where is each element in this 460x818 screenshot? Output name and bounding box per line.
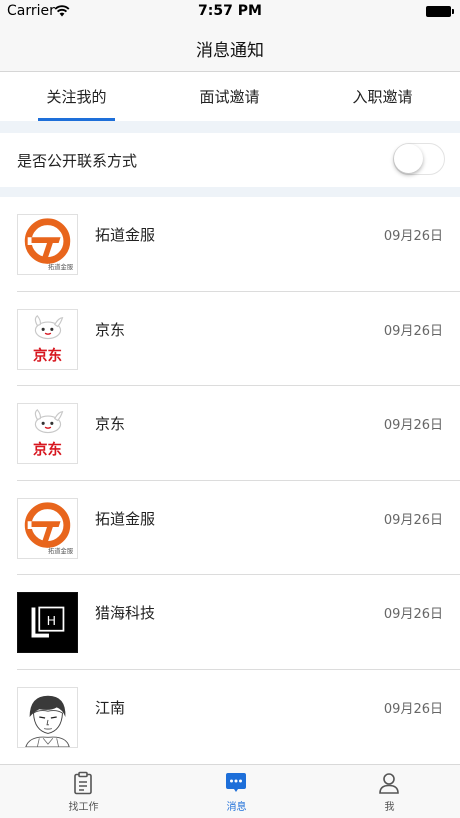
- message-item[interactable]: 江南 09月26日: [0, 669, 460, 764]
- message-date: 09月26日: [383, 701, 443, 717]
- message-item[interactable]: 拓道金服 拓道金服 09月26日: [0, 197, 460, 292]
- tuodao-logo: 拓道金服: [17, 497, 78, 559]
- page-title: 消息通知: [196, 41, 264, 61]
- toggle-knob: [394, 144, 423, 173]
- tabbar-label: 我: [384, 802, 395, 813]
- tabbar-label: 找工作: [68, 802, 99, 813]
- company-name: 猎海科技: [95, 604, 156, 622]
- section-divider: [0, 187, 460, 197]
- message-item[interactable]: 拓道金服 拓道金服 09月26日: [0, 480, 460, 575]
- clock: 7:57 PM: [198, 3, 262, 19]
- chat-bubble-icon: [226, 773, 246, 792]
- message-date: 09月26日: [383, 323, 443, 339]
- jd-logo: 京东: [17, 308, 78, 370]
- tab-label: 面试邀请: [199, 88, 260, 106]
- person-icon: [379, 773, 399, 794]
- logo-text: 京东: [33, 440, 62, 458]
- message-item[interactable]: H 猎海科技 09月26日: [0, 575, 460, 670]
- status-bar: Carrier 7:57 PM: [0, 0, 460, 22]
- tabbar-label: 消息: [226, 802, 247, 813]
- tabbar-messages[interactable]: 消息: [160, 765, 313, 818]
- battery-icon: [426, 6, 454, 17]
- message-date: 09月26日: [383, 229, 443, 244]
- company-name: 京东: [95, 320, 126, 339]
- message-item[interactable]: 京东 京东 09月26日: [0, 291, 460, 386]
- liehai-logo: H: [17, 592, 78, 653]
- bottom-tab-bar: 找工作 消息 我: [0, 764, 460, 818]
- tabbar-find-job[interactable]: 找工作: [7, 765, 160, 818]
- section-divider: [0, 121, 460, 133]
- company-name: 拓道金服: [95, 509, 156, 528]
- clipboard-icon: [74, 771, 92, 795]
- message-date: 09月26日: [383, 418, 443, 433]
- tab-label: 入职邀请: [352, 88, 413, 106]
- message-date: 09月26日: [383, 512, 443, 528]
- tabbar-me[interactable]: 我: [313, 765, 460, 818]
- tab-interview-invites[interactable]: 面试邀请: [153, 73, 306, 121]
- message-item[interactable]: 京东 京东 09月26日: [0, 386, 460, 481]
- company-name: 京东: [95, 415, 126, 433]
- tab-label: 关注我的: [46, 88, 107, 106]
- company-name: 江南: [95, 698, 126, 717]
- sketch-avatar: [17, 686, 78, 748]
- logo-text: 拓道金服: [48, 546, 74, 555]
- message-list: 拓道金服 拓道金服 09月26日 京东 京东 09月26日 京东 京东 09月2…: [0, 197, 460, 764]
- tab-following-me[interactable]: 关注我的: [0, 73, 153, 121]
- tuodao-logo: 拓道金服: [17, 214, 78, 275]
- privacy-toggle-switch[interactable]: [393, 143, 445, 175]
- company-name: 拓道金服: [95, 226, 156, 244]
- privacy-toggle-label: 是否公开联系方式: [17, 152, 138, 170]
- message-tabs: 关注我的 面试邀请 入职邀请: [0, 73, 460, 121]
- jd-logo: 京东: [17, 403, 78, 464]
- svg-text:H: H: [47, 613, 56, 628]
- navigation-bar: 消息通知: [0, 22, 460, 72]
- logo-text: 京东: [33, 346, 62, 364]
- privacy-setting-row: 是否公开联系方式: [0, 133, 460, 187]
- message-date: 09月26日: [383, 607, 443, 622]
- logo-text: 拓道金服: [48, 262, 74, 271]
- tab-onboarding-invites[interactable]: 入职邀请: [306, 73, 459, 121]
